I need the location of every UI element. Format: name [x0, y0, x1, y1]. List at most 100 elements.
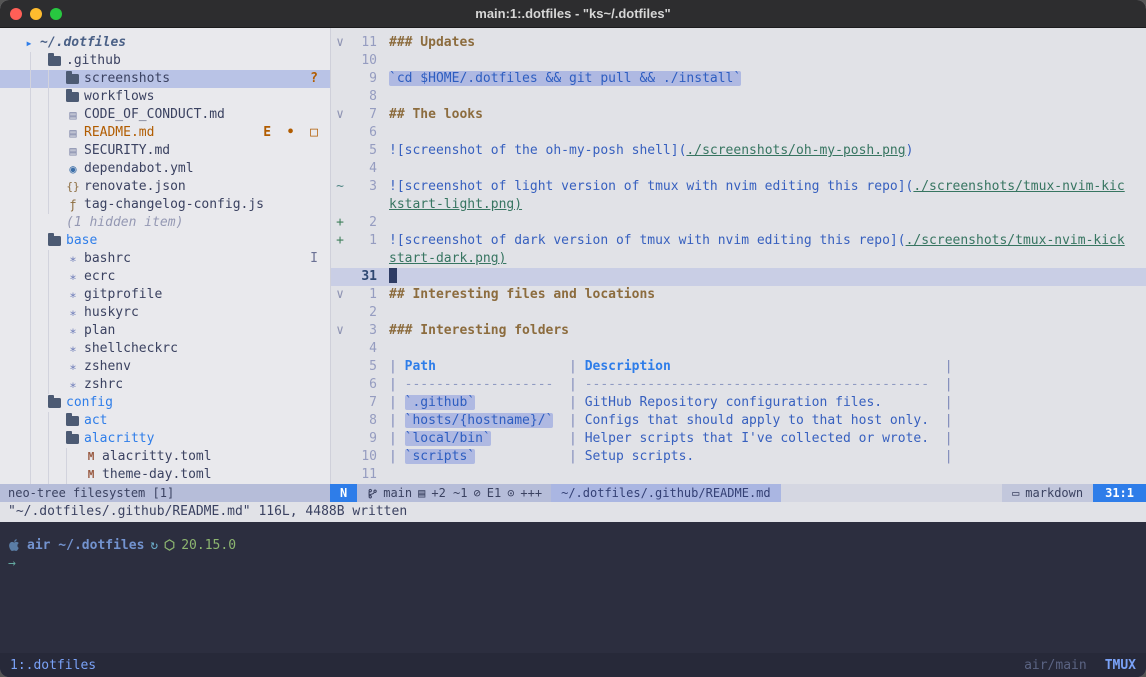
text-segment: | — [569, 359, 585, 374]
editor-line[interactable]: ∨7## The looks — [331, 106, 1146, 124]
zoom-button[interactable] — [50, 8, 62, 20]
tree-item[interactable]: ∗zshrc — [0, 376, 330, 394]
editor-line[interactable]: 4 — [331, 160, 1146, 178]
sign-column — [331, 430, 349, 448]
line-content: | ------------------- | ----------------… — [389, 376, 953, 394]
editor-pane[interactable]: ∨11### Updates109`cd $HOME/.dotfiles && … — [330, 28, 1146, 484]
editor-line[interactable]: +1![screenshot of dark version of tmux w… — [331, 232, 1146, 250]
editor-line[interactable]: 6 — [331, 124, 1146, 142]
editor-line[interactable]: 5| Path | Description | — [331, 358, 1146, 376]
tree-item-label: theme-day.toml — [102, 466, 212, 484]
file-icon: ▤ — [66, 142, 80, 160]
folder-icon — [66, 434, 79, 444]
tree-item-label: CODE_OF_CONDUCT.md — [84, 106, 225, 124]
statusline-spacer — [781, 484, 1002, 502]
text-segment: `local/bin` — [405, 431, 491, 446]
text-segment: ## The looks — [389, 107, 483, 122]
tree-item[interactable]: ▸~/.dotfiles — [0, 34, 330, 52]
indent-guide — [30, 88, 48, 106]
editor-line[interactable]: ∨1## Interesting files and locations — [331, 286, 1146, 304]
minimize-button[interactable] — [30, 8, 42, 20]
text-segment: | — [569, 395, 585, 410]
tree-item[interactable]: ∗huskyrc — [0, 304, 330, 322]
text-segment: kstart-light.png) — [389, 197, 522, 212]
tree-item[interactable]: {}renovate.json — [0, 178, 330, 196]
hunk-icon: ⊙ — [507, 486, 514, 500]
tree-item[interactable]: Mtheme-day.toml — [0, 466, 330, 484]
editor-line[interactable]: +2 — [331, 214, 1146, 232]
tree-item[interactable]: ▤SECURITY.md — [0, 142, 330, 160]
indent-guide — [30, 340, 48, 358]
tree-item-label: base — [66, 232, 97, 250]
tree-item[interactable]: workflows — [0, 88, 330, 106]
editor-line[interactable]: 9`cd $HOME/.dotfiles && git pull && ./in… — [331, 70, 1146, 88]
text-segment: `hosts/{hostname}/` — [405, 413, 554, 428]
tree-item[interactable]: ∗bashrcI — [0, 250, 330, 268]
star-icon: ∗ — [66, 376, 80, 394]
text-segment: | — [569, 431, 585, 446]
editor-line[interactable]: 8 — [331, 88, 1146, 106]
text-segment: | — [569, 449, 585, 464]
text-segment: GitHub Repository configuration files. — [585, 395, 945, 410]
tree-item[interactable]: ◉dependabot.yml — [0, 160, 330, 178]
editor-line[interactable]: ∨11### Updates — [331, 34, 1146, 52]
tree-item[interactable]: ▤README.mdE • □ — [0, 124, 330, 142]
line-number: 10 — [349, 448, 377, 466]
node-version: 20.15.0 — [181, 538, 236, 553]
tree-item[interactable]: alacritty — [0, 430, 330, 448]
window-controls — [10, 8, 62, 20]
toml-icon: M — [84, 466, 98, 484]
editor-line[interactable]: ~3![screenshot of light version of tmux … — [331, 178, 1146, 196]
indent-guide — [48, 448, 66, 466]
line-content: ### Interesting folders — [389, 322, 569, 340]
prompt-input-line[interactable]: → — [8, 554, 1146, 572]
tree-item[interactable]: ∗gitprofile — [0, 286, 330, 304]
editor-line[interactable]: 9| `local/bin` | Helper scripts that I'v… — [331, 430, 1146, 448]
tree-item[interactable]: ∗shellcheckrc — [0, 340, 330, 358]
tree-item[interactable]: ƒtag-changelog-config.js — [0, 196, 330, 214]
tree-item[interactable]: act — [0, 412, 330, 430]
close-button[interactable] — [10, 8, 22, 20]
editor-line[interactable]: 6| ------------------- | ---------------… — [331, 376, 1146, 394]
editor-line[interactable]: 5![screenshot of the oh-my-posh shell](.… — [331, 142, 1146, 160]
editor-line[interactable]: 31 — [331, 268, 1146, 286]
line-number: 2 — [349, 214, 377, 232]
indent-guide — [30, 358, 48, 376]
editor-line[interactable]: 10 — [331, 52, 1146, 70]
tree-item[interactable]: ∗ecrc — [0, 268, 330, 286]
tree-item[interactable]: base — [0, 232, 330, 250]
text-segment: Helper scripts that I've collected or wr… — [585, 431, 945, 446]
indent-guide — [48, 106, 66, 124]
indent-guide — [48, 412, 66, 430]
editor-line[interactable]: start-dark.png) — [331, 250, 1146, 268]
editor-line[interactable]: kstart-light.png) — [331, 196, 1146, 214]
indent-guide — [30, 394, 48, 412]
text-segment — [671, 359, 945, 374]
editor-line[interactable]: ∨3### Interesting folders — [331, 322, 1146, 340]
editor-line[interactable]: 4 — [331, 340, 1146, 358]
editor-line[interactable]: 8| `hosts/{hostname}/` | Configs that sh… — [331, 412, 1146, 430]
shell-pane[interactable]: air ~/.dotfiles ↻ 20.15.0 → — [0, 522, 1146, 572]
editor-line[interactable]: 2 — [331, 304, 1146, 322]
text-segment: | — [389, 377, 405, 392]
filetype-label: markdown — [1025, 486, 1083, 500]
editor-line[interactable]: 7| `.github` | GitHub Repository configu… — [331, 394, 1146, 412]
line-number: 2 — [349, 304, 377, 322]
tree-item[interactable]: ▤CODE_OF_CONDUCT.md — [0, 106, 330, 124]
tree-item[interactable]: .github — [0, 52, 330, 70]
indent-guide — [66, 466, 84, 484]
text-segment: | — [569, 413, 585, 428]
tree-item[interactable]: screenshots? — [0, 70, 330, 88]
sign-column — [331, 466, 349, 484]
line-number: 5 — [349, 142, 377, 160]
tree-item[interactable]: (1 hidden item) — [0, 214, 330, 232]
tree-item[interactable]: config — [0, 394, 330, 412]
tree-item[interactable]: ∗plan — [0, 322, 330, 340]
star-icon: ∗ — [66, 286, 80, 304]
tmux-window-tab[interactable]: 1:.dotfiles — [10, 658, 96, 673]
tree-item[interactable]: ∗zshenv — [0, 358, 330, 376]
indent-guide — [48, 340, 66, 358]
editor-line[interactable]: 11 — [331, 466, 1146, 484]
editor-line[interactable]: 10| `scripts` | Setup scripts. | — [331, 448, 1146, 466]
tree-item[interactable]: Malacritty.toml — [0, 448, 330, 466]
